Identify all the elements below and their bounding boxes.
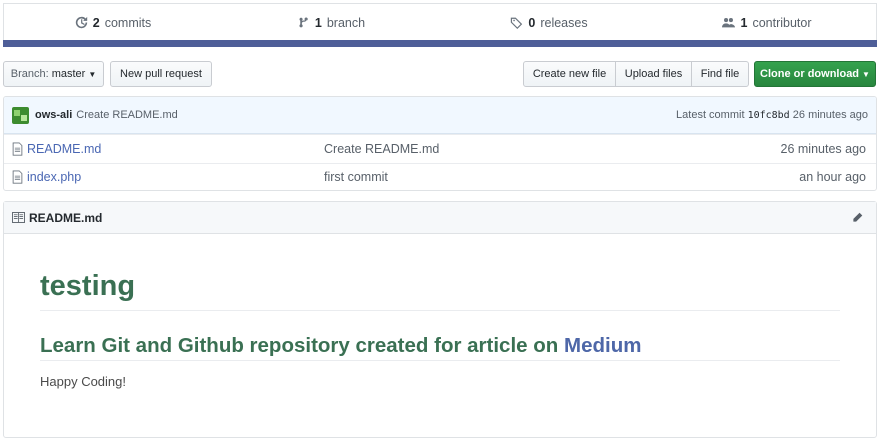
new-pull-request-button[interactable]: New pull request — [110, 61, 212, 87]
commit-age: 26 minutes ago — [792, 109, 868, 121]
file-icon — [12, 170, 23, 184]
releases-label: releases — [540, 15, 588, 30]
find-file-button[interactable]: Find file — [691, 61, 749, 87]
latest-commit-prefix: Latest commit — [676, 109, 745, 121]
create-new-file-button[interactable]: Create new file — [523, 61, 616, 87]
readme-heading-2: Learn Git and Github repository created … — [40, 334, 840, 361]
dropdown-caret-icon: ▼ — [862, 69, 870, 79]
file-icon — [12, 142, 23, 156]
repo-summary: 2 commits 1 branch 0 releases 1 contribu… — [3, 3, 877, 47]
file-age: 26 minutes ago — [780, 141, 866, 156]
readme-content: testing Learn Git and Github repository … — [4, 270, 876, 389]
latest-commit-bar: ows-ali Create README.md Latest commit 1… — [4, 97, 876, 134]
branch-prefix: Branch: — [10, 68, 49, 80]
readme-panel: README.md testing Learn Git and Github r… — [3, 201, 877, 438]
file-table: ows-ali Create README.md Latest commit 1… — [3, 96, 877, 191]
avatar[interactable] — [12, 106, 29, 124]
releases-count: 0 — [528, 15, 536, 30]
upload-files-button[interactable]: Upload files — [615, 61, 692, 87]
commits-count: 2 — [92, 15, 100, 30]
file-commit-message[interactable]: Create README.md — [324, 142, 439, 156]
branch-name: master — [51, 68, 86, 80]
branch-count: 1 — [314, 15, 322, 30]
releases-link[interactable]: 0 releases — [440, 16, 658, 30]
readme-heading-2-text: Learn Git and Github repository created … — [40, 334, 559, 357]
branch-link[interactable]: 1 branch — [222, 16, 440, 30]
latest-commit-info: Latest commit 10fc8bd 26 minutes ago — [676, 109, 868, 121]
tag-icon — [511, 17, 523, 29]
contributors-link[interactable]: 1 contributor — [658, 16, 876, 30]
file-age: an hour ago — [799, 170, 866, 185]
commit-sha[interactable]: 10fc8bd — [748, 110, 790, 121]
pencil-icon[interactable] — [851, 212, 864, 223]
readme-paragraph: Happy Coding! — [40, 374, 126, 389]
medium-link[interactable]: Medium — [564, 334, 641, 357]
clone-or-download-button[interactable]: Clone or download ▼ — [754, 61, 876, 87]
history-icon — [75, 16, 87, 29]
people-icon — [722, 18, 736, 28]
branch-select-button[interactable]: Branch: master ▼ — [3, 61, 104, 87]
commits-label: commits — [104, 15, 152, 30]
file-actions-group: Create new file Upload files Find file — [523, 61, 749, 87]
contributor-label: contributor — [752, 15, 812, 30]
file-name-link[interactable]: README.md — [27, 142, 324, 156]
commits-link[interactable]: 2 commits — [4, 16, 222, 30]
branch-label: branch — [326, 15, 366, 30]
dropdown-caret-icon: ▼ — [88, 69, 97, 79]
language-bar[interactable] — [3, 40, 877, 47]
readme-heading-1: testing — [40, 270, 840, 311]
clone-or-download-label: Clone or download — [760, 68, 860, 80]
table-row: README.md Create README.md 26 minutes ag… — [4, 134, 876, 163]
readme-title: README.md — [29, 210, 103, 225]
table-row: index.php first commit an hour ago — [4, 162, 876, 191]
commit-message[interactable]: Create README.md — [76, 109, 177, 121]
git-branch-icon — [299, 17, 308, 28]
file-name-link[interactable]: index.php — [27, 170, 324, 184]
file-commit-message[interactable]: first commit — [324, 170, 388, 184]
commit-author[interactable]: ows-ali — [35, 109, 72, 121]
book-icon — [12, 212, 25, 223]
readme-header: README.md — [4, 202, 876, 234]
file-navigation: Branch: master ▼ New pull request Create… — [3, 61, 877, 87]
contributor-count: 1 — [740, 15, 748, 30]
